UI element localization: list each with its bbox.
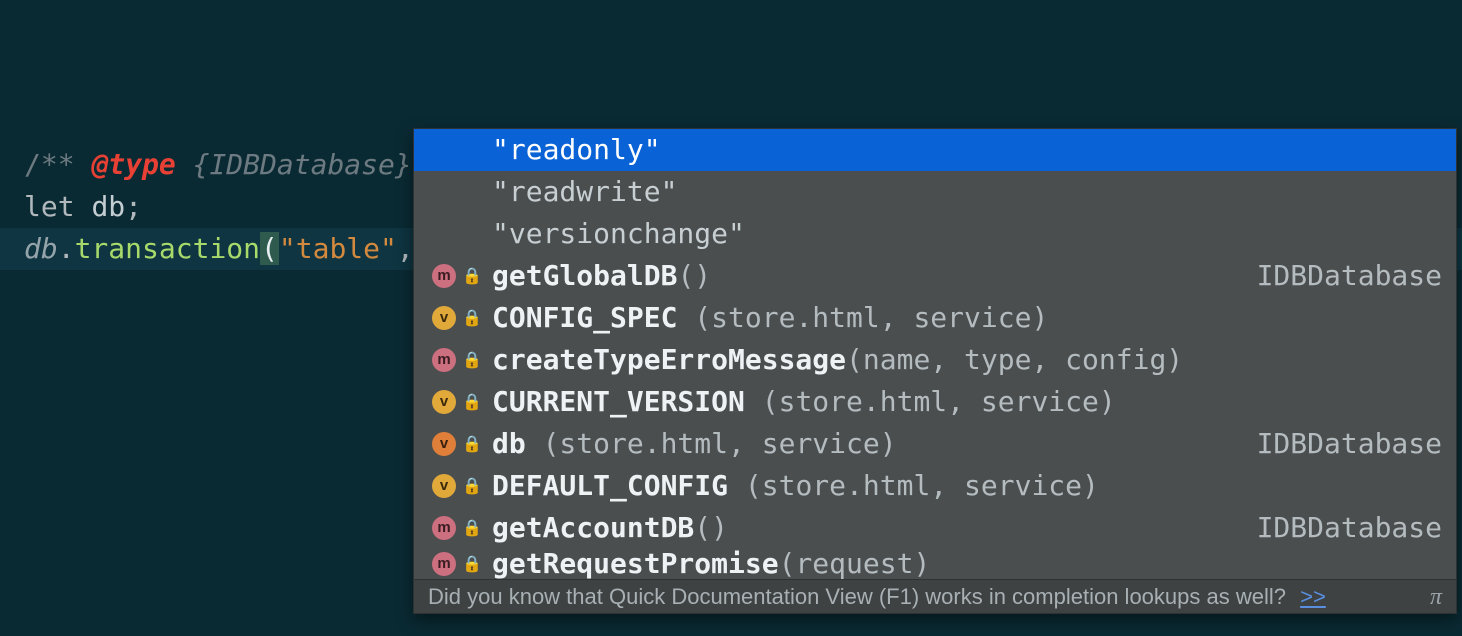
- completion-return-type: IDBDatabase: [1257, 423, 1442, 465]
- completion-item[interactable]: v🔒db (store.html, service) IDBDatabase: [414, 423, 1456, 465]
- method-icon: m: [432, 516, 456, 540]
- completion-item[interactable]: v🔒DEFAULT_CONFIG (store.html, service): [414, 465, 1456, 507]
- completion-label: "readwrite": [492, 171, 677, 213]
- completion-label: CONFIG_SPEC (store.html, service): [492, 297, 1048, 339]
- completion-label: createTypeErroMessage(name, type, config…: [492, 339, 1183, 381]
- completion-hint-text: Did you know that Quick Documentation Vi…: [428, 576, 1292, 615]
- lock-icon: 🔒: [462, 381, 482, 423]
- semicolon: ;: [125, 190, 142, 223]
- variable-icon: v: [432, 474, 456, 498]
- completion-item[interactable]: m🔒createTypeErroMessage(name, type, conf…: [414, 339, 1456, 381]
- completion-label: getAccountDB(): [492, 507, 728, 549]
- completion-label: "versionchange": [492, 213, 745, 255]
- completion-label: DEFAULT_CONFIG (store.html, service): [492, 465, 1099, 507]
- code-editor[interactable]: /** @type {IDBDatabase} */ let db; db.tr…: [0, 0, 1462, 396]
- method-transaction: transaction: [75, 232, 260, 265]
- completion-label: db (store.html, service): [492, 423, 897, 465]
- method-icon: m: [432, 348, 456, 372]
- variable-icon: v: [432, 306, 456, 330]
- string-table: "table": [279, 232, 397, 265]
- method-icon: m: [432, 552, 456, 576]
- completion-item[interactable]: m🔒getAccountDB() IDBDatabase: [414, 507, 1456, 549]
- completion-item[interactable]: m🔒 getRequestPromise(request): [414, 549, 1456, 579]
- jsdoc-open: /**: [24, 148, 91, 181]
- lock-icon: 🔒: [462, 549, 482, 579]
- identifier-db-ref: db: [24, 232, 58, 265]
- lock-icon: 🔒: [462, 423, 482, 465]
- variable-icon: v: [432, 432, 456, 456]
- jsdoc-tag: @type: [91, 148, 175, 181]
- completion-hint-link[interactable]: >>: [1300, 576, 1326, 615]
- completion-item[interactable]: v🔒CONFIG_SPEC (store.html, service): [414, 297, 1456, 339]
- jsdoc-type: {IDBDatabase}: [176, 148, 429, 181]
- completion-item[interactable]: "readwrite": [414, 171, 1456, 213]
- lock-icon: 🔒: [462, 255, 482, 297]
- completion-label: CURRENT_VERSION (store.html, service): [492, 381, 1116, 423]
- completion-hint-bar: Did you know that Quick Documentation Vi…: [414, 579, 1456, 613]
- lock-icon: 🔒: [462, 465, 482, 507]
- completion-item[interactable]: m🔒getGlobalDB() IDBDatabase: [414, 255, 1456, 297]
- method-icon: m: [432, 264, 456, 288]
- completion-popup[interactable]: "readonly""readwrite""versionchange"m🔒ge…: [413, 128, 1457, 614]
- lock-icon: 🔒: [462, 507, 482, 549]
- lock-icon: 🔒: [462, 339, 482, 381]
- completion-list[interactable]: "readonly""readwrite""versionchange"m🔒ge…: [414, 129, 1456, 579]
- completion-return-type: IDBDatabase: [1257, 255, 1442, 297]
- completion-item[interactable]: v🔒CURRENT_VERSION (store.html, service): [414, 381, 1456, 423]
- paren-open: (: [260, 232, 279, 265]
- completion-return-type: IDBDatabase: [1257, 507, 1442, 549]
- completion-item[interactable]: "readonly": [414, 129, 1456, 171]
- variable-icon: v: [432, 390, 456, 414]
- identifier-db: db: [91, 190, 125, 223]
- completion-label: getRequestPromise(request): [492, 549, 930, 579]
- keyword-let: let: [24, 190, 91, 223]
- lock-icon: 🔒: [462, 297, 482, 339]
- completion-label: "readonly": [492, 129, 661, 171]
- pi-icon[interactable]: π: [1430, 576, 1442, 615]
- dot: .: [58, 232, 75, 265]
- completion-label: getGlobalDB(): [492, 255, 711, 297]
- completion-item[interactable]: "versionchange": [414, 213, 1456, 255]
